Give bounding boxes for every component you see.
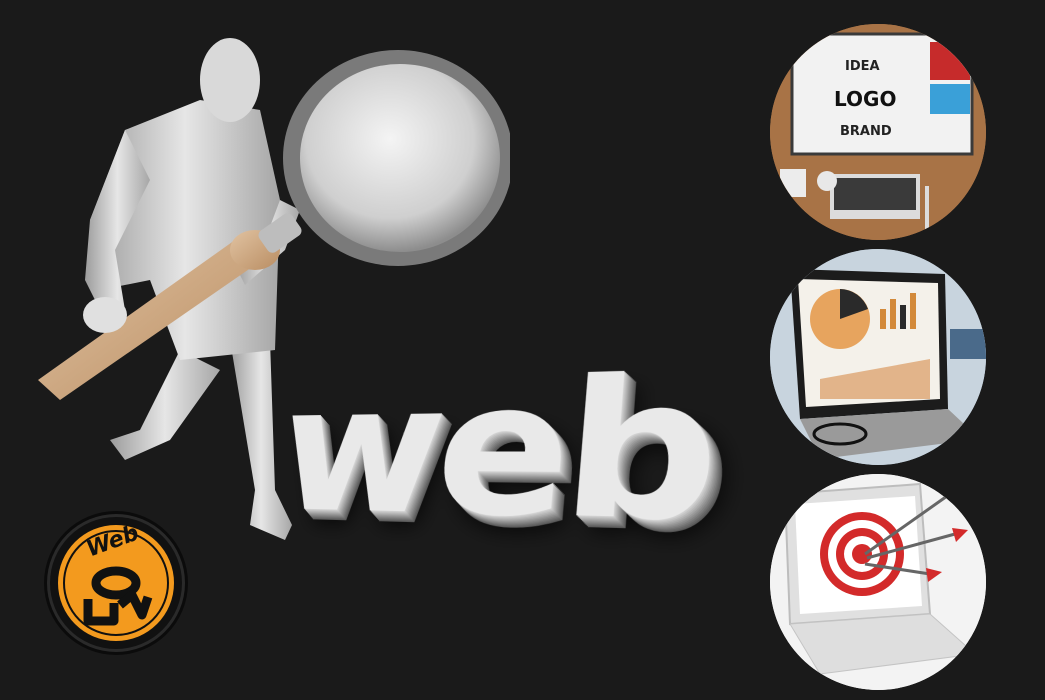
banner: web Web IDEA LOGO BRAND xyxy=(0,0,1045,700)
label-idea: IDEA xyxy=(845,59,880,74)
analytics-laptop-photo xyxy=(770,249,986,465)
target-laptop-photo xyxy=(770,474,986,690)
analytics-laptop-image xyxy=(770,249,986,465)
webom-logo[interactable]: Web xyxy=(50,517,182,649)
logo-design-photo: IDEA LOGO BRAND xyxy=(770,24,986,240)
label-logo: LOGO xyxy=(834,87,897,111)
label-brand: BRAND xyxy=(840,124,892,139)
web-3d-text: web xyxy=(268,336,719,569)
target-laptop-image xyxy=(770,474,986,690)
